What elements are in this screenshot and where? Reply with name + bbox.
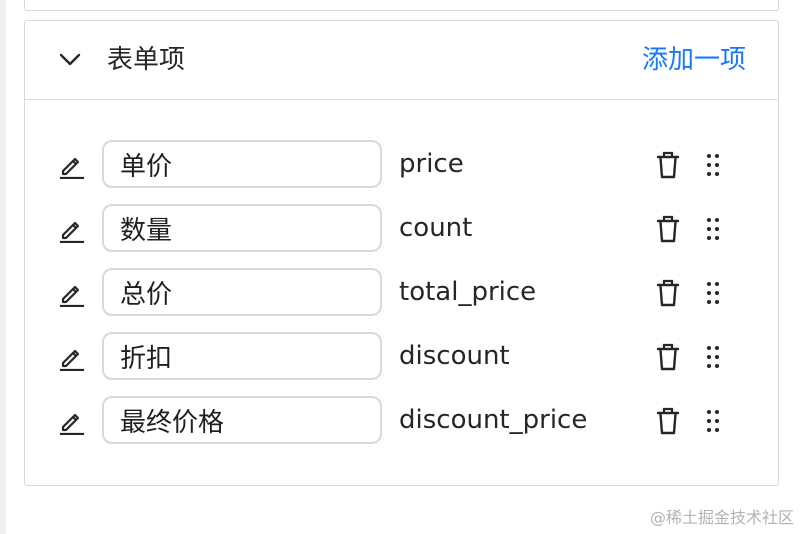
pencil-icon[interactable]: [58, 215, 86, 244]
trash-icon[interactable]: [655, 214, 681, 244]
drag-handle-icon[interactable]: [702, 406, 724, 436]
pencil-icon[interactable]: [58, 279, 86, 308]
trash-icon[interactable]: [655, 406, 681, 436]
field-key: price: [399, 149, 464, 179]
drag-handle-icon[interactable]: [702, 278, 724, 308]
field-row: count: [25, 204, 778, 254]
field-label-input[interactable]: [102, 268, 382, 316]
field-row: discount_price: [25, 396, 778, 446]
pencil-icon[interactable]: [58, 343, 86, 372]
field-label-input[interactable]: [102, 396, 382, 444]
drag-handle-icon[interactable]: [702, 342, 724, 372]
chevron-down-icon[interactable]: [59, 52, 81, 68]
field-label-input[interactable]: [102, 204, 382, 252]
pencil-icon[interactable]: [58, 151, 86, 180]
drag-handle-icon[interactable]: [702, 150, 724, 180]
field-label-input[interactable]: [102, 332, 382, 380]
left-rail: [0, 0, 6, 534]
field-row: total_price: [25, 268, 778, 318]
drag-handle-icon[interactable]: [702, 214, 724, 244]
field-key: discount_price: [399, 405, 588, 435]
field-key: total_price: [399, 277, 537, 307]
field-label-input[interactable]: [102, 140, 382, 188]
field-row: price: [25, 140, 778, 190]
previous-panel-edge: [24, 0, 779, 11]
panel-title: 表单项: [107, 45, 186, 75]
watermark: @稀土掘金技术社区: [649, 508, 794, 527]
panel-header[interactable]: 表单项 添加一项: [25, 21, 778, 100]
field-row: discount: [25, 332, 778, 382]
trash-icon[interactable]: [655, 342, 681, 372]
trash-icon[interactable]: [655, 150, 681, 180]
add-item-button[interactable]: 添加一项: [642, 42, 746, 78]
field-key: discount: [399, 341, 510, 371]
field-key: count: [399, 213, 473, 243]
pencil-icon[interactable]: [58, 407, 86, 436]
trash-icon[interactable]: [655, 278, 681, 308]
form-items-panel: 表单项 添加一项 price count total_price discount di…: [24, 20, 779, 486]
